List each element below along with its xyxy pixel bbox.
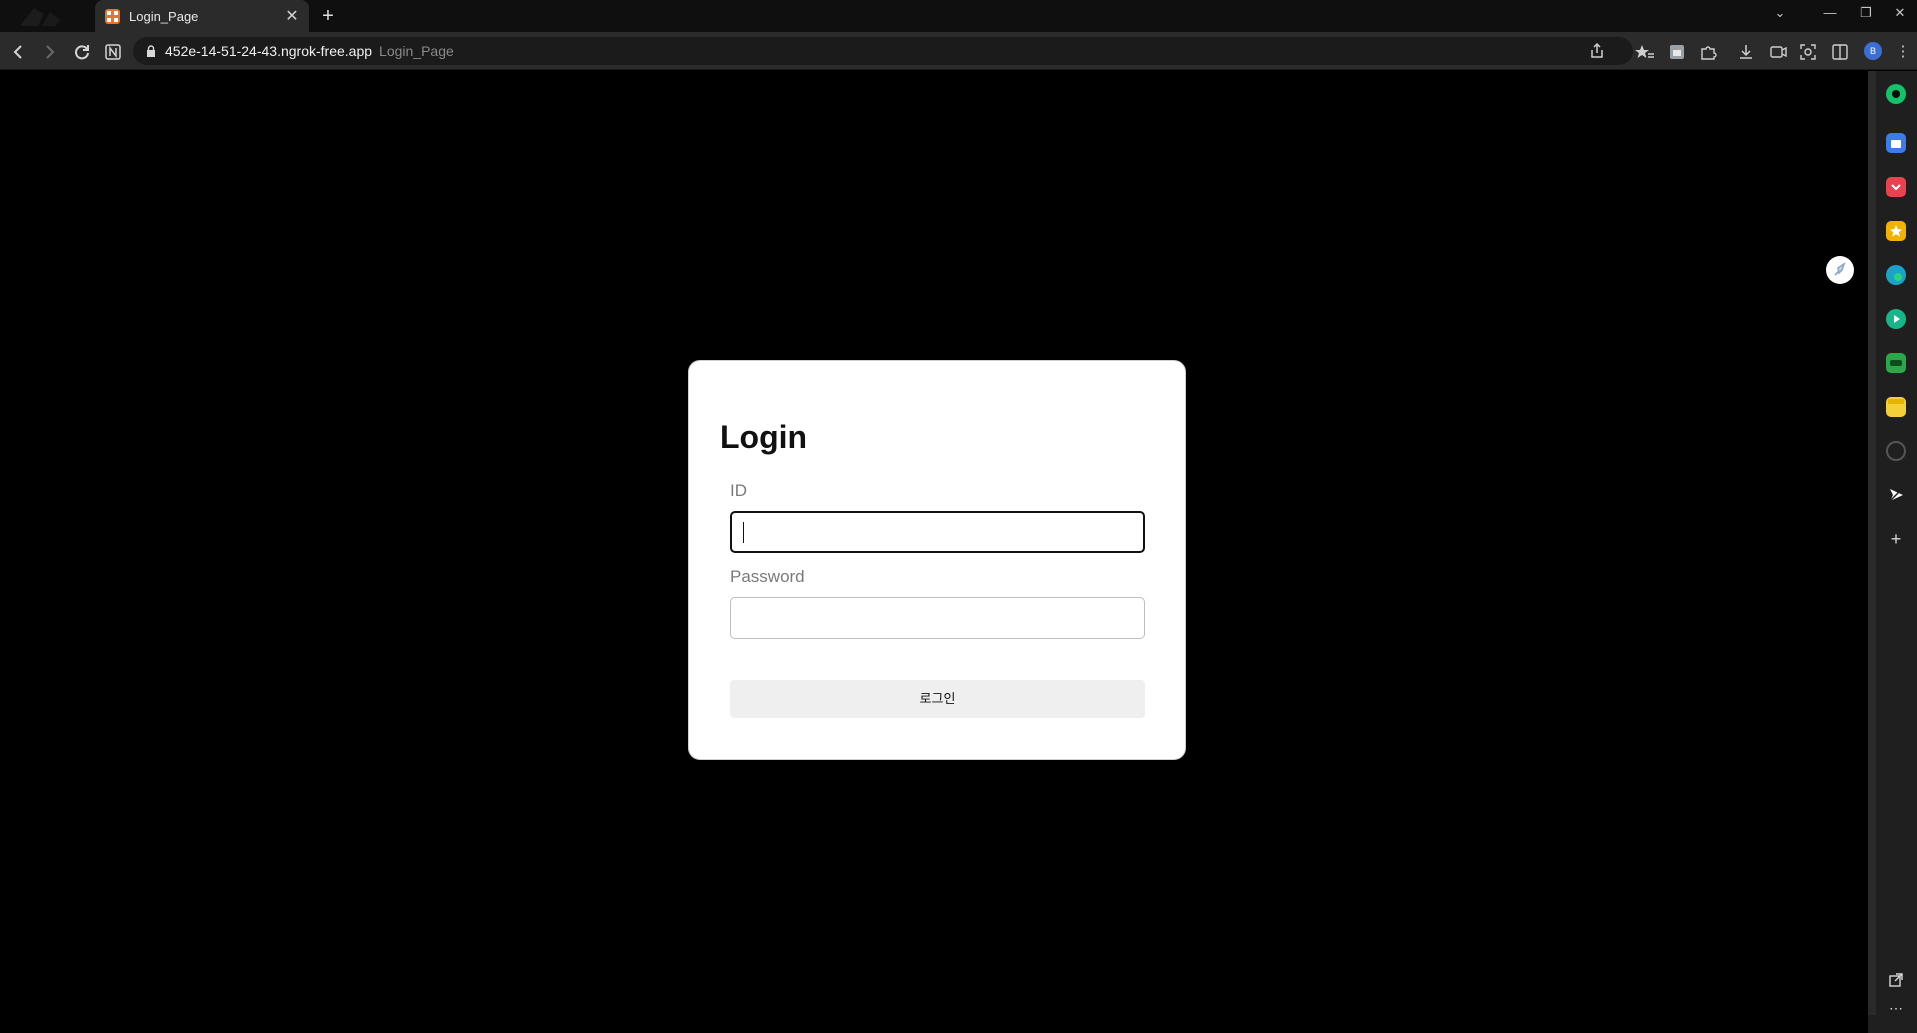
- close-tab-icon[interactable]: ✕: [281, 6, 303, 26]
- app-pocket-red-icon[interactable]: [1886, 177, 1906, 197]
- tab-strip-decoration: [0, 0, 95, 32]
- lock-icon: [145, 45, 157, 57]
- id-input[interactable]: [730, 511, 1145, 553]
- share-icon[interactable]: [1586, 40, 1608, 62]
- downloads-icon[interactable]: [1735, 41, 1757, 63]
- tab-active[interactable]: Login_Page ✕: [95, 0, 309, 32]
- extension-square-icon[interactable]: [1666, 41, 1688, 63]
- url-host: 452e-14-51-24-43.ngrok-free.app: [165, 43, 373, 59]
- reload-icon[interactable]: [71, 41, 93, 63]
- screenshot-icon[interactable]: [1797, 41, 1819, 63]
- notion-extension-icon[interactable]: [102, 41, 124, 63]
- media-icon[interactable]: [1767, 41, 1789, 63]
- id-label: ID: [730, 481, 747, 500]
- page-viewport: Login ID Password 로그인: [0, 71, 1868, 1033]
- grid-icon: [105, 8, 120, 24]
- tab-title: Login_Page: [129, 8, 199, 24]
- side-panel-divider: [1868, 71, 1876, 1015]
- forward-icon[interactable]: [39, 41, 61, 63]
- tab-strip: Login_Page ✕ + ⌄ — ❐ ✕: [0, 0, 1917, 32]
- profile-avatar[interactable]: B: [1864, 42, 1882, 60]
- app-edge-teal-icon[interactable]: [1886, 265, 1906, 285]
- login-button[interactable]: 로그인: [730, 680, 1145, 718]
- login-card: Login ID Password 로그인: [688, 360, 1186, 760]
- browser-window: Login_Page ✕ + ⌄ — ❐ ✕ 452e-14-51-24-43.…: [0, 0, 1917, 1033]
- app-circle-green-icon[interactable]: [1886, 84, 1906, 104]
- login-heading: Login: [720, 419, 808, 455]
- address-bar[interactable]: 452e-14-51-24-43.ngrok-free.app Login_Pa…: [133, 37, 1633, 65]
- browser-toolbar: 452e-14-51-24-43.ngrok-free.app Login_Pa…: [0, 32, 1917, 70]
- add-app-plus-icon[interactable]: +: [1886, 529, 1906, 549]
- app-star-yellow-icon[interactable]: [1886, 221, 1906, 241]
- split-view-icon[interactable]: [1829, 41, 1851, 63]
- minimize-icon[interactable]: —: [1812, 0, 1848, 26]
- app-briefcase-blue-icon[interactable]: [1886, 133, 1906, 153]
- text-caret: [743, 522, 744, 543]
- tab-search-icon[interactable]: ⌄: [1762, 0, 1798, 26]
- open-external-icon[interactable]: [1886, 970, 1906, 990]
- app-note-yellow-icon[interactable]: [1886, 397, 1906, 417]
- extensions-puzzle-icon[interactable]: [1697, 41, 1719, 63]
- app-target-grey-icon[interactable]: [1886, 441, 1906, 461]
- floating-extension-rocket-icon[interactable]: [1826, 256, 1854, 284]
- app-send-white-icon[interactable]: [1886, 485, 1906, 505]
- new-tab-button[interactable]: +: [316, 4, 340, 28]
- password-input[interactable]: [730, 597, 1145, 639]
- close-window-icon[interactable]: ✕: [1882, 0, 1917, 26]
- url-page-title: Login_Page: [379, 43, 454, 59]
- back-icon[interactable]: [7, 41, 29, 63]
- restore-icon[interactable]: ❐: [1848, 0, 1884, 26]
- password-label: Password: [730, 567, 805, 586]
- app-play-green-icon[interactable]: [1886, 309, 1906, 329]
- app-game-green-icon[interactable]: [1886, 353, 1906, 373]
- side-panel-more-icon[interactable]: ⋯: [1886, 998, 1906, 1018]
- menu-more-icon[interactable]: ⋮: [1892, 41, 1914, 63]
- favorites-star-icon[interactable]: [1633, 41, 1655, 63]
